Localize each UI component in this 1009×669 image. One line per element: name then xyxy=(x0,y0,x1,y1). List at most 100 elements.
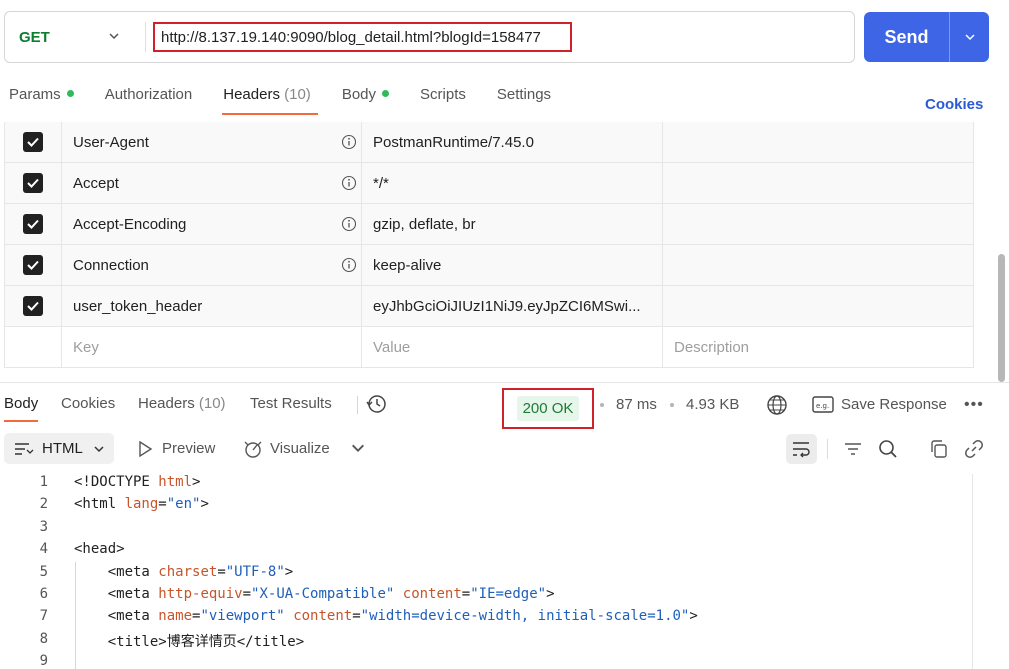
response-tab-cookies[interactable]: Cookies xyxy=(61,395,115,412)
response-time[interactable]: 87 ms xyxy=(616,396,657,413)
attr-name-token: content xyxy=(293,608,353,625)
send-options-button[interactable] xyxy=(950,12,989,62)
copy-icon[interactable] xyxy=(928,438,950,460)
response-tab-body[interactable]: Body xyxy=(4,395,39,422)
tab-body[interactable]: Body xyxy=(342,84,390,116)
filter-icon[interactable] xyxy=(842,438,864,460)
header-key-cell[interactable]: user_token_header xyxy=(62,286,362,326)
tag-token xyxy=(285,608,293,624)
header-checkbox[interactable] xyxy=(23,132,43,152)
url-input[interactable]: http://8.137.19.140:9090/blog_detail.htm… xyxy=(153,22,572,52)
header-key-cell[interactable]: User-Agent xyxy=(62,122,362,162)
code-line: 3 xyxy=(0,519,990,541)
tag-token: = xyxy=(217,563,226,580)
header-checkbox-cell xyxy=(5,327,62,367)
header-checkbox[interactable] xyxy=(23,296,43,316)
header-description-cell[interactable] xyxy=(663,122,973,162)
attr-name-token: charset xyxy=(158,563,218,580)
info-icon[interactable] xyxy=(341,216,357,232)
info-icon[interactable] xyxy=(341,134,357,150)
tag-token: <meta xyxy=(74,563,159,580)
header-row: User-Agent PostmanRuntime/7.45.0 xyxy=(4,122,974,163)
header-description-cell[interactable] xyxy=(663,286,973,326)
new-header-key-input[interactable]: Key xyxy=(62,327,362,367)
header-value-cell[interactable]: keep-alive xyxy=(362,245,663,285)
tab-authorization[interactable]: Authorization xyxy=(105,84,193,116)
code-text: <head> xyxy=(74,541,125,557)
tab-scripts[interactable]: Scripts xyxy=(420,84,466,116)
response-tab-test-results[interactable]: Test Results xyxy=(250,395,332,412)
code-line: 2 <html lang="en"> xyxy=(0,496,990,518)
description-placeholder: Description xyxy=(674,338,750,356)
header-value-cell[interactable]: */* xyxy=(362,163,663,203)
header-key: user_token_header xyxy=(73,297,203,315)
key-placeholder: Key xyxy=(73,338,99,356)
header-description-cell[interactable] xyxy=(663,163,973,203)
header-row: Accept-Encoding gzip, deflate, br xyxy=(4,204,974,245)
response-tab-label: Headers xyxy=(138,395,195,412)
tab-params[interactable]: Params xyxy=(9,84,74,116)
header-value: */* xyxy=(373,174,389,192)
info-icon[interactable] xyxy=(341,175,357,191)
new-header-value-input[interactable]: Value xyxy=(362,327,663,367)
format-select[interactable]: HTML xyxy=(4,433,114,464)
history-icon[interactable] xyxy=(366,393,388,415)
header-key-cell[interactable]: Connection xyxy=(62,245,362,285)
tag-token: > xyxy=(200,496,209,513)
header-key-cell[interactable]: Accept xyxy=(62,163,362,203)
globe-icon[interactable] xyxy=(766,394,788,416)
wrap-lines-button[interactable] xyxy=(786,434,817,464)
header-value-cell[interactable]: gzip, deflate, br xyxy=(362,204,663,244)
tab-label: Headers xyxy=(223,86,280,103)
save-response-button[interactable]: Save Response xyxy=(841,396,947,413)
chevron-down-icon xyxy=(94,445,104,452)
tag-token: <meta xyxy=(74,608,159,625)
response-code-view[interactable]: 1 <!DOCTYPE html> 2 <html lang="en"> 3 4 <head… xyxy=(0,474,990,669)
attr-value-token: "IE=edge" xyxy=(470,586,547,602)
more-options-icon[interactable]: ••• xyxy=(964,396,984,414)
header-description-cell[interactable] xyxy=(663,245,973,285)
tag-token: > xyxy=(192,474,201,490)
header-description-cell[interactable] xyxy=(663,204,973,244)
search-icon[interactable] xyxy=(877,438,899,460)
cookies-link[interactable]: Cookies xyxy=(925,96,983,113)
tab-headers[interactable]: Headers (10) xyxy=(222,84,318,116)
code-line: 5 <meta charset="UTF-8"> xyxy=(0,564,990,586)
chevron-down-icon xyxy=(964,34,975,41)
header-row: user_token_header eyJhbGciOiJIUzI1NiJ9.ey… xyxy=(4,286,974,327)
status-badge[interactable]: 200 OK xyxy=(516,396,580,421)
line-number: 1 xyxy=(39,474,48,490)
method-select[interactable]: GET xyxy=(5,12,145,62)
code-text: <meta name="viewport" content="width=dev… xyxy=(74,608,698,624)
separator-dot xyxy=(600,403,604,407)
play-icon xyxy=(139,440,153,458)
code-text: <title>博客详情页</title> xyxy=(74,631,304,651)
link-icon[interactable] xyxy=(963,438,985,460)
info-icon[interactable] xyxy=(341,257,357,273)
send-button[interactable]: Send xyxy=(864,12,949,62)
header-checkbox-cell xyxy=(5,122,62,162)
pane-divider[interactable] xyxy=(0,382,1009,383)
attr-value-token: "UTF-8" xyxy=(225,563,285,580)
header-checkbox[interactable] xyxy=(23,173,43,193)
response-tab-headers[interactable]: Headers (10) xyxy=(138,395,226,412)
new-header-description-input[interactable]: Description xyxy=(663,327,973,367)
response-size[interactable]: 4.93 KB xyxy=(686,396,739,413)
header-value-cell[interactable]: eyJhbGciOiJIUzI1NiJ9.eyJpZCI6MSwi... xyxy=(362,286,663,326)
code-text: <html lang="en"> xyxy=(74,496,209,512)
check-icon xyxy=(27,137,39,147)
header-value-cell[interactable]: PostmanRuntime/7.45.0 xyxy=(362,122,663,162)
header-checkbox-cell xyxy=(5,245,62,285)
scrollbar[interactable] xyxy=(998,254,1005,382)
visualize-button[interactable]: Visualize xyxy=(270,440,330,457)
header-key-cell[interactable]: Accept-Encoding xyxy=(62,204,362,244)
header-checkbox[interactable] xyxy=(23,255,43,275)
tab-settings[interactable]: Settings xyxy=(497,84,551,116)
tag-token: = xyxy=(158,496,167,513)
svg-text:e.g.: e.g. xyxy=(816,402,829,410)
code-text: <!DOCTYPE html> xyxy=(74,474,200,490)
preview-button[interactable]: Preview xyxy=(162,440,215,457)
chevron-down-icon[interactable] xyxy=(350,440,366,456)
header-checkbox[interactable] xyxy=(23,214,43,234)
toolbar-divider xyxy=(827,439,828,459)
